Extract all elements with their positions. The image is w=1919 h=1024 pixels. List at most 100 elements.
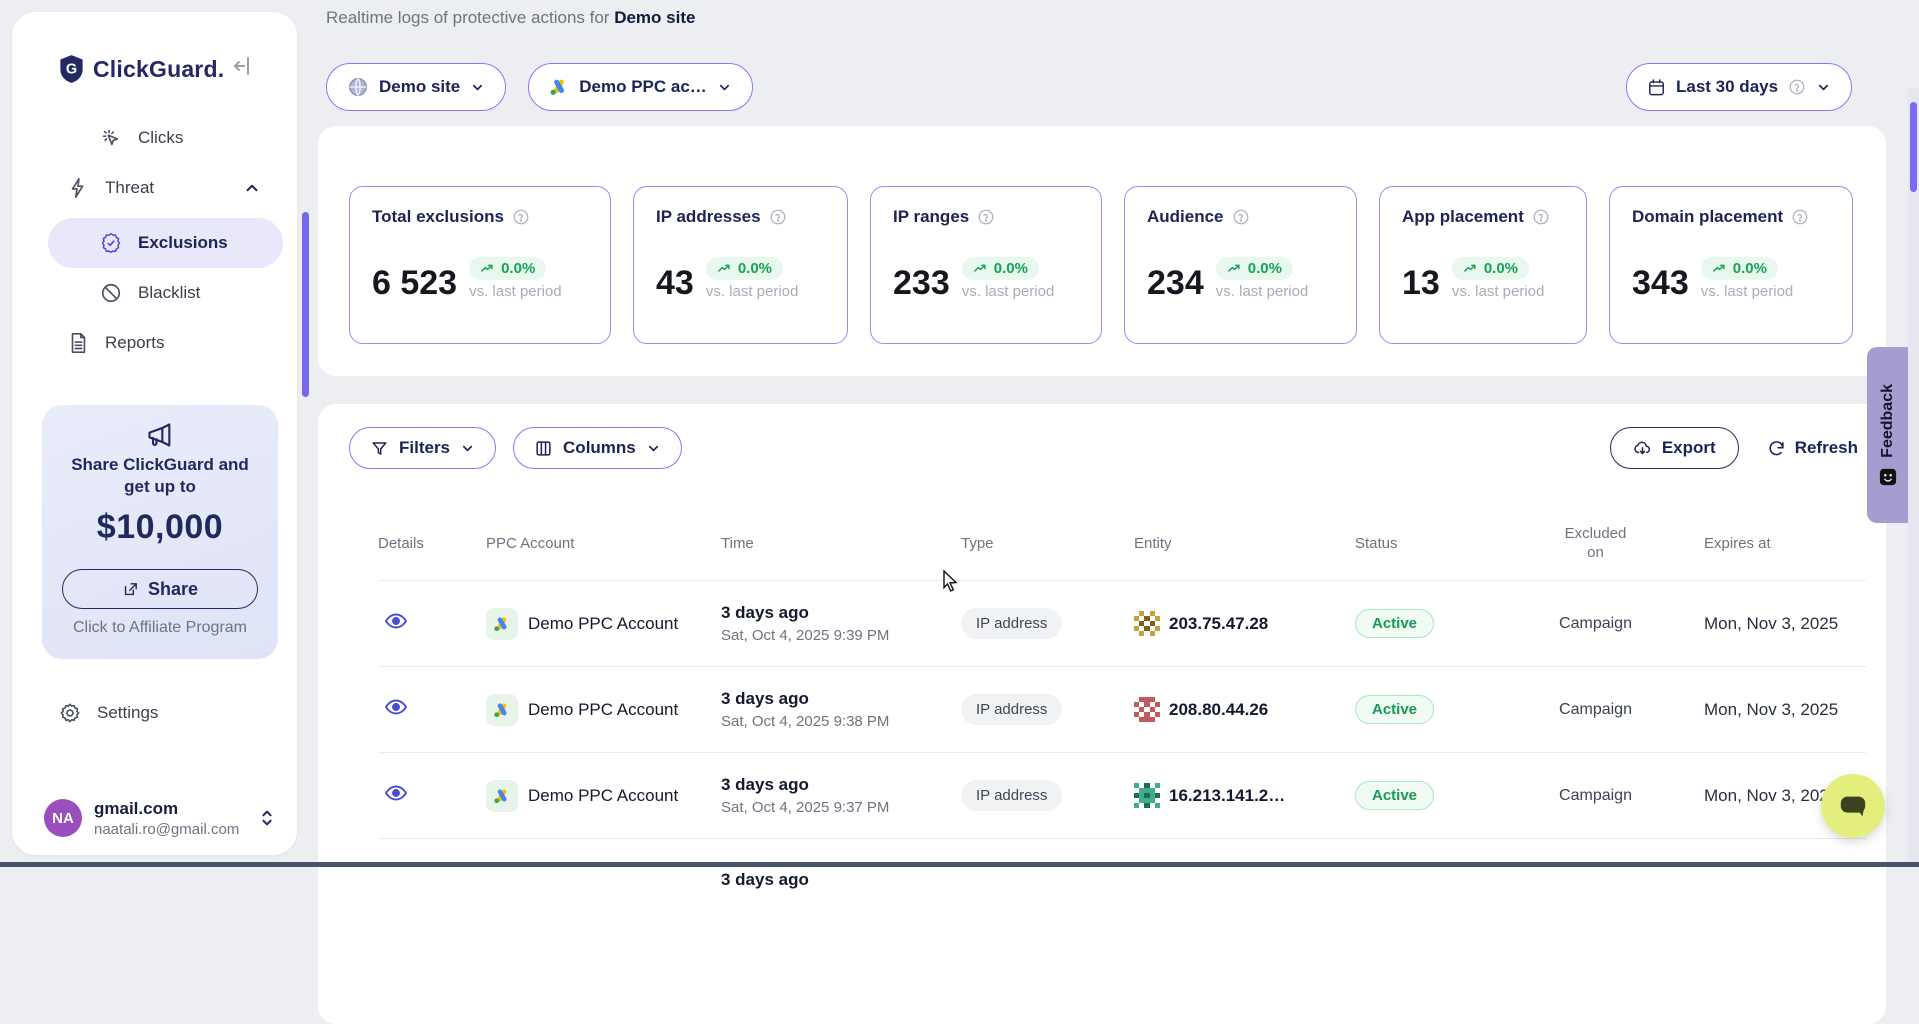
chat-launcher-button[interactable]	[1821, 774, 1885, 838]
stat-title: Domain placement	[1632, 207, 1783, 227]
filters-button[interactable]: Filters	[349, 427, 496, 469]
help-circle-icon[interactable]	[1532, 208, 1550, 226]
cursor-click-icon	[100, 127, 122, 149]
google-ads-icon	[486, 780, 518, 812]
ppc-account-selector[interactable]: Demo PPC ac…	[528, 63, 753, 111]
view-details-eye-icon[interactable]	[384, 695, 408, 719]
sidebar-scrollbar-thumb[interactable]	[302, 212, 309, 397]
trend-badge: 0.0%	[1216, 257, 1293, 280]
table-row: Demo PPC Account 3 days agoSat, Oct 4, 2…	[378, 666, 1866, 752]
affiliate-promo-card[interactable]: Share ClickGuard and get up to $10,000 S…	[42, 405, 278, 659]
stat-card-app-placement: App placement 13 0.0% vs. last period	[1379, 186, 1587, 344]
trend-value: 0.0%	[501, 260, 535, 277]
trend-badge: 0.0%	[1452, 257, 1529, 280]
export-button[interactable]: Export	[1610, 427, 1739, 469]
help-circle-icon	[1788, 78, 1806, 96]
ppc-account-name: Demo PPC Account	[528, 700, 678, 720]
brand-name: ClickGuard.	[93, 56, 224, 83]
stat-title: Audience	[1147, 207, 1224, 227]
calendar-icon	[1647, 78, 1666, 97]
page-subtitle: Realtime logs of protective actions for …	[326, 8, 695, 28]
avatar: NA	[44, 799, 82, 837]
trend-caption: vs. last period	[706, 283, 799, 300]
help-circle-icon[interactable]	[512, 208, 530, 226]
promo-line-1: Share ClickGuard and	[42, 454, 278, 476]
sidebar: G ClickGuard. Clicks Threat Exclusions	[12, 12, 297, 855]
account-name: gmail.com	[94, 799, 259, 819]
lightning-icon	[67, 177, 89, 199]
columns-icon	[534, 439, 553, 458]
account-email: naatali.ro@gmail.com	[94, 821, 259, 838]
columns-button[interactable]: Columns	[513, 427, 682, 469]
site-selector[interactable]: Demo site	[326, 63, 506, 111]
date-range-value: Last 30 days	[1676, 77, 1778, 97]
trend-badge: 0.0%	[706, 257, 783, 280]
time-absolute: Sat, Oct 4, 2025 9:39 PM	[721, 627, 961, 644]
entity-identicon	[1134, 697, 1160, 723]
stat-title: Total exclusions	[372, 207, 504, 227]
help-circle-icon[interactable]	[1232, 208, 1250, 226]
col-header-status: Status	[1355, 534, 1523, 553]
bottom-edge-strip	[0, 862, 1919, 867]
stat-value: 13	[1402, 266, 1440, 300]
view-details-eye-icon[interactable]	[384, 609, 408, 633]
google-ads-icon	[486, 694, 518, 726]
stat-title: IP addresses	[656, 207, 761, 227]
share-button[interactable]: Share	[62, 569, 258, 609]
time-absolute: Sat, Oct 4, 2025 9:37 PM	[721, 799, 961, 816]
col-header-excluded-on: Excluded on	[1523, 524, 1668, 562]
export-button-label: Export	[1662, 438, 1716, 458]
chevron-down-icon	[460, 441, 475, 456]
trend-up-icon	[480, 261, 495, 276]
globe-icon	[347, 76, 369, 98]
stat-card-audience: Audience 234 0.0% vs. last period	[1124, 186, 1357, 344]
sidebar-item-blacklist[interactable]: Blacklist	[100, 282, 200, 304]
time-relative: 3 days ago	[721, 689, 961, 709]
refresh-button[interactable]: Refresh	[1767, 438, 1858, 458]
sidebar-item-exclusions[interactable]: Exclusions	[48, 218, 283, 268]
chevron-down-icon	[1816, 80, 1831, 95]
trend-value: 0.0%	[994, 260, 1028, 277]
entity-value: 208.80.44.26	[1169, 700, 1268, 720]
site-selector-value: Demo site	[379, 77, 460, 97]
status-badge: Active	[1355, 695, 1434, 724]
help-circle-icon[interactable]	[977, 208, 995, 226]
ppc-account-name: Demo PPC Account	[528, 614, 678, 634]
cloud-download-icon	[1633, 439, 1652, 458]
svg-text:G: G	[66, 61, 77, 77]
feedback-tab[interactable]: Feedback	[1867, 347, 1908, 523]
type-badge: IP address	[961, 694, 1062, 725]
sidebar-item-threat[interactable]: Threat	[67, 177, 261, 199]
chevron-up-down-icon	[259, 808, 275, 828]
stat-card-ip-ranges: IP ranges 233 0.0% vs. last period	[870, 186, 1102, 344]
trend-caption: vs. last period	[1452, 283, 1545, 300]
sidebar-item-reports[interactable]: Reports	[67, 332, 165, 354]
promo-caption[interactable]: Click to Affiliate Program	[42, 619, 278, 637]
badge-check-icon	[100, 232, 122, 254]
help-circle-icon[interactable]	[1791, 208, 1809, 226]
expires-at-value: Mon, Nov 3, 2025	[1668, 700, 1866, 720]
page-scrollbar-track[interactable]	[1908, 88, 1919, 867]
account-switcher[interactable]: NA gmail.com naatali.ro@gmail.com	[12, 787, 297, 849]
date-range-selector[interactable]: Last 30 days	[1626, 63, 1852, 111]
help-circle-icon[interactable]	[769, 208, 787, 226]
excluded-on-value: Campaign	[1523, 701, 1668, 719]
sidebar-item-settings[interactable]: Settings	[59, 702, 158, 724]
funnel-icon	[370, 439, 389, 458]
page-scrollbar-thumb[interactable]	[1910, 102, 1917, 192]
type-badge: IP address	[961, 608, 1062, 639]
trend-caption: vs. last period	[962, 283, 1055, 300]
sidebar-item-label: Clicks	[138, 128, 183, 148]
excluded-on-value: Campaign	[1523, 615, 1668, 633]
google-ads-icon	[486, 608, 518, 640]
view-details-eye-icon[interactable]	[384, 781, 408, 805]
sidebar-item-exclusions-inner: Exclusions	[100, 232, 228, 254]
sidebar-item-label: Reports	[105, 333, 165, 353]
collapse-sidebar-icon[interactable]	[231, 54, 255, 78]
external-link-icon	[122, 581, 139, 598]
usersnap-smiley-icon	[1879, 468, 1897, 486]
promo-line-2: get up to	[42, 476, 278, 498]
col-header-time: Time	[721, 534, 961, 553]
sidebar-item-clicks[interactable]: Clicks	[100, 127, 183, 149]
trend-badge: 0.0%	[962, 257, 1039, 280]
